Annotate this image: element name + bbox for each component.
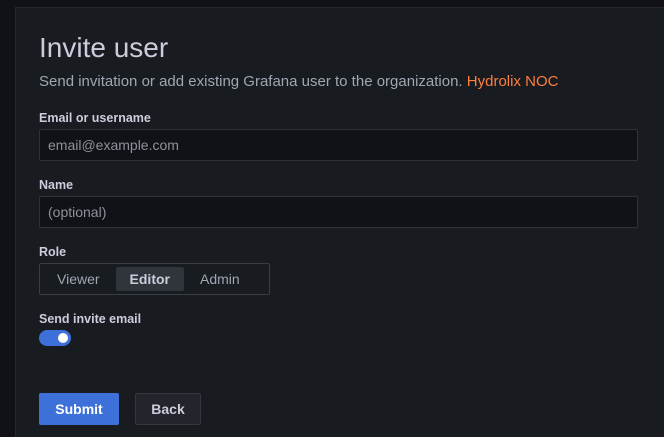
role-option-admin[interactable]: Admin: [186, 267, 254, 291]
name-label: Name: [39, 178, 74, 192]
email-label: Email or username: [39, 111, 151, 125]
email-input[interactable]: [39, 129, 638, 161]
send-invite-email-toggle[interactable]: [39, 330, 71, 346]
invite-user-panel: Invite user Send invitation or add exist…: [15, 7, 664, 437]
role-option-viewer[interactable]: Viewer: [43, 267, 114, 291]
page-subtitle: Send invitation or add existing Grafana …: [39, 72, 558, 92]
back-button[interactable]: Back: [135, 393, 201, 425]
send-invite-email-label: Send invite email: [39, 312, 142, 326]
role-label: Role: [39, 245, 67, 259]
subtitle-text: Send invitation or add existing Grafana …: [39, 73, 463, 90]
page-title: Invite user: [39, 32, 169, 63]
organization-name: Hydrolix NOC: [466, 73, 559, 90]
role-radio-group: Viewer Editor Admin: [39, 263, 270, 295]
submit-button[interactable]: Submit: [39, 393, 119, 425]
role-option-editor[interactable]: Editor: [115, 267, 184, 291]
name-input[interactable]: [39, 196, 638, 228]
toggle-knob: [58, 333, 68, 343]
